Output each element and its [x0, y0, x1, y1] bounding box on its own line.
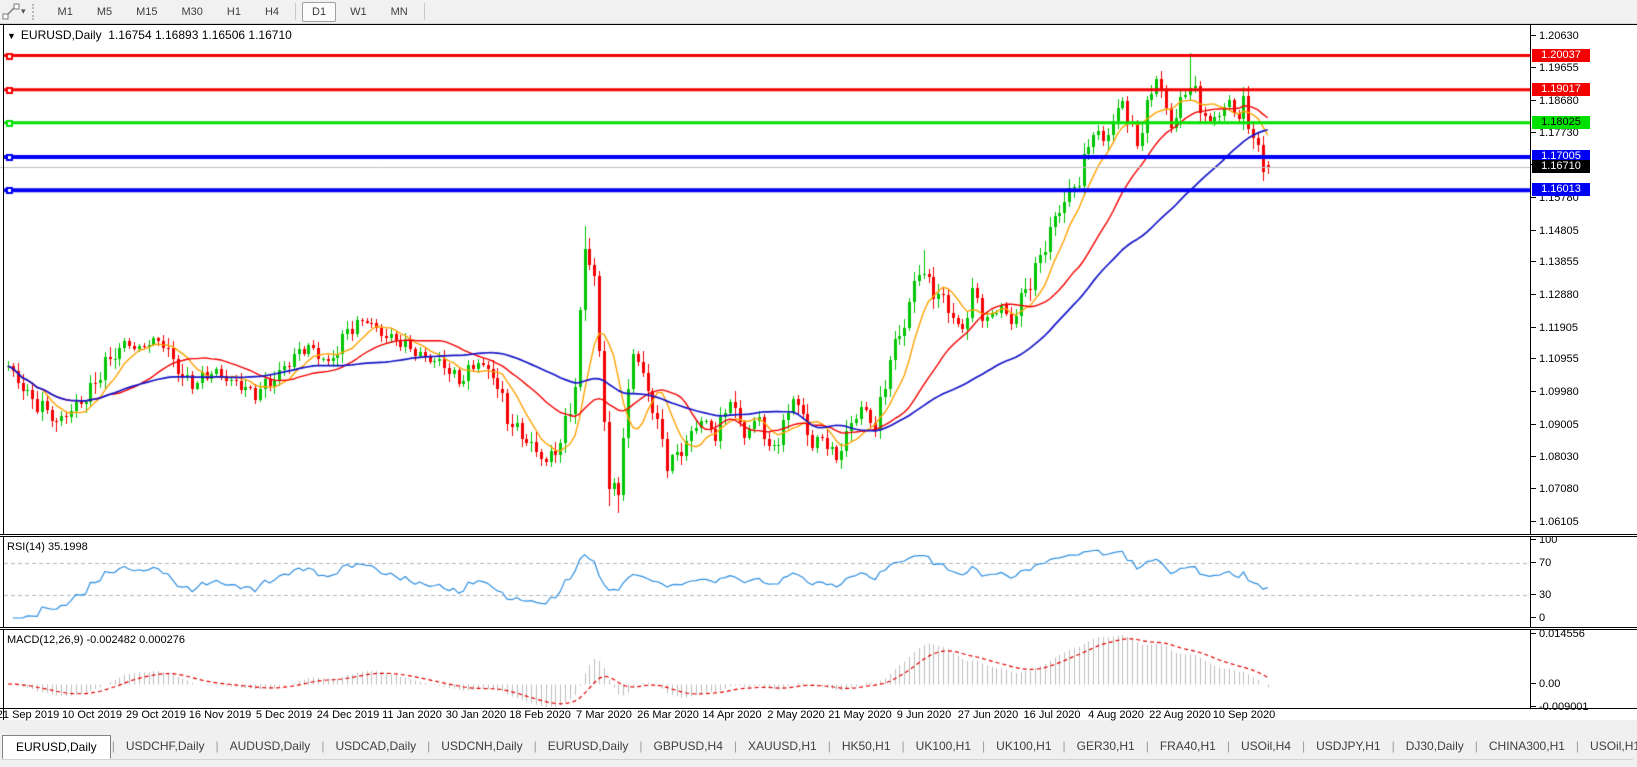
price-tick: 1.12880: [1531, 289, 1579, 301]
chart-title: ▼ EURUSD,Daily 1.16754 1.16893 1.16506 1.…: [7, 28, 292, 42]
chart-tab-audusd-daily[interactable]: AUDUSD,Daily: [220, 735, 321, 757]
chart-tab-hk50-h1[interactable]: HK50,H1: [832, 735, 901, 757]
hline-price-badge: 1.19017: [1532, 82, 1590, 96]
chart-window: ▼ EURUSD,Daily 1.16754 1.16893 1.16506 1.…: [0, 24, 1637, 721]
rsi-scale-label: 70: [1530, 557, 1552, 570]
timeframe-button-h1[interactable]: H1: [217, 2, 251, 22]
macd-scale-label: 0.00: [1530, 678, 1561, 690]
chart-tab-usdcnh-daily[interactable]: USDCNH,Daily: [431, 735, 532, 757]
date-label: 26 Mar 2020: [637, 709, 699, 721]
toolbar-separator: [295, 3, 297, 20]
macd-scale-label: -0.009001: [1531, 701, 1589, 713]
timeframe-button-m1[interactable]: M1: [48, 2, 83, 22]
macd-indicator-canvas[interactable]: [0, 630, 1530, 709]
timeframe-button-h4[interactable]: H4: [255, 2, 289, 22]
chart-tabbar: EURUSD,Daily | USDCHF,Daily | AUDUSD,Daily | U…: [0, 720, 1637, 767]
toolbar-separator: [423, 3, 425, 20]
toolbar-grip[interactable]: [31, 3, 38, 20]
price-tick: 1.08030: [1531, 451, 1579, 464]
chart-tab-usoil-h1[interactable]: USOil,H1: [1580, 735, 1637, 757]
price-tick: 1.11905: [1531, 321, 1578, 334]
date-label: 5 Dec 2019: [255, 709, 313, 721]
date-label: 2 May 2020: [767, 709, 825, 721]
price-tick: 1.07080: [1531, 483, 1579, 496]
price-tick: 1.06105: [1531, 515, 1579, 528]
bid-price-badge: 1.16710: [1532, 159, 1590, 173]
panel-splitter-macd[interactable]: [0, 627, 1637, 630]
chart-tab-ger30-h1[interactable]: GER30,H1: [1067, 735, 1145, 757]
chart-left-border: [3, 25, 4, 720]
line-study-tool-icon[interactable]: [1, 3, 21, 21]
date-axis[interactable]: 21 Sep 2019 10 Oct 2019 29 Oct 2019 16 Nov …: [0, 709, 1530, 721]
timeframe-button-m30[interactable]: M30: [172, 2, 213, 22]
date-label: 29 Oct 2019: [126, 709, 186, 721]
chart-tab-usdjpy-h1[interactable]: USDJPY,H1: [1306, 735, 1390, 757]
price-tick: 1.19655: [1531, 62, 1579, 75]
chart-tabs: EURUSD,Daily | USDCHF,Daily | AUDUSD,Daily | U…: [2, 733, 1637, 760]
price-axis[interactable]: 1.206301.196551.186801.177301.167551.157…: [1530, 25, 1637, 720]
chart-tab-fra40-h1[interactable]: FRA40,H1: [1150, 735, 1226, 757]
date-label: 16 Nov 2019: [188, 709, 252, 721]
date-label: 24 Dec 2019: [316, 709, 380, 721]
price-chart-canvas[interactable]: [0, 25, 1530, 534]
date-label: 21 May 2020: [828, 709, 892, 721]
date-label: 14 Apr 2020: [702, 709, 762, 721]
timeframe-button-mn[interactable]: MN: [381, 2, 418, 22]
rsi-scale-label: 0: [1530, 612, 1546, 624]
symbol-period-label: EURUSD,Daily: [20, 28, 102, 42]
chart-tab-usdchf-daily[interactable]: USDCHF,Daily: [116, 735, 215, 757]
chart-tab-usdcad-daily[interactable]: USDCAD,Daily: [325, 735, 426, 757]
date-label: 10 Sep 2020: [1212, 709, 1276, 721]
price-tick: 1.13855: [1531, 256, 1579, 269]
price-tick: 1.20630: [1531, 29, 1579, 42]
collapse-icon[interactable]: ▼: [7, 31, 16, 41]
ohlc-values: 1.16754 1.16893 1.16506 1.16710: [108, 28, 292, 42]
hline-price-badge: 1.16013: [1532, 183, 1590, 197]
chart-tab-usoil-h4[interactable]: USOil,H4: [1231, 735, 1301, 757]
chart-tab-uk100-h1[interactable]: UK100,H1: [986, 735, 1061, 757]
price-tick: 1.09005: [1531, 418, 1579, 431]
chart-tab-uk100-h1[interactable]: UK100,H1: [906, 735, 981, 757]
price-tick: 1.18680: [1531, 94, 1579, 107]
date-label: 11 Jan 2020: [382, 709, 442, 721]
chart-tab-china300-h1[interactable]: CHINA300,H1: [1479, 735, 1575, 757]
timeframe-button-m15[interactable]: M15: [126, 2, 167, 22]
panel-splitter-rsi[interactable]: [0, 534, 1637, 537]
timeframe-buttons: M1 M5 M15 M30 H1 H4 D1 W1 MN: [46, 0, 429, 24]
chart-tab-eurusd-daily[interactable]: EURUSD,Daily: [2, 735, 111, 759]
timeframe-button-w1[interactable]: W1: [340, 2, 377, 22]
date-label: 4 Aug 2020: [1088, 709, 1144, 721]
timeframe-toolbar: ▾ M1 M5 M15 M30 H1 H4 D1 W1 MN: [0, 0, 1637, 24]
date-label: 22 Aug 2020: [1149, 709, 1211, 721]
rsi-label: RSI(14) 35.1998: [7, 541, 88, 553]
price-tick: 1.14805: [1531, 224, 1579, 237]
price-tick: 1.10955: [1531, 353, 1579, 366]
date-label: 10 Oct 2019: [62, 709, 122, 721]
date-label: 27 Jun 2020: [957, 709, 1019, 721]
tool-dropdown-icon[interactable]: ▾: [21, 6, 26, 17]
date-label: 21 Sep 2019: [0, 709, 60, 721]
chart-tab-eurusd-daily[interactable]: EURUSD,Daily: [538, 735, 639, 757]
timeframe-button-m5[interactable]: M5: [87, 2, 122, 22]
chart-tab-dj30-daily[interactable]: DJ30,Daily: [1396, 735, 1474, 757]
date-label: 9 Jun 2020: [896, 709, 952, 721]
date-label: 16 Jul 2020: [1023, 709, 1081, 721]
date-label: 18 Feb 2020: [509, 709, 571, 721]
price-tick: 1.09980: [1531, 386, 1579, 399]
hline-price-badge: 1.18025: [1532, 115, 1590, 129]
chart-tab-xauusd-h1[interactable]: XAUUSD,H1: [738, 735, 827, 757]
date-axis-border: [0, 708, 1637, 709]
date-label: 7 Mar 2020: [576, 709, 632, 721]
timeframe-button-d1[interactable]: D1: [302, 1, 337, 22]
rsi-indicator-canvas[interactable]: [0, 537, 1530, 627]
chart-tab-gbpusd-h4[interactable]: GBPUSD,H4: [644, 735, 733, 757]
hline-price-badge: 1.20037: [1532, 48, 1590, 62]
rsi-scale-label: 30: [1530, 588, 1552, 601]
macd-label: MACD(12,26,9) -0.002482 0.000276: [7, 634, 185, 646]
date-label: 30 Jan 2020: [445, 709, 507, 721]
